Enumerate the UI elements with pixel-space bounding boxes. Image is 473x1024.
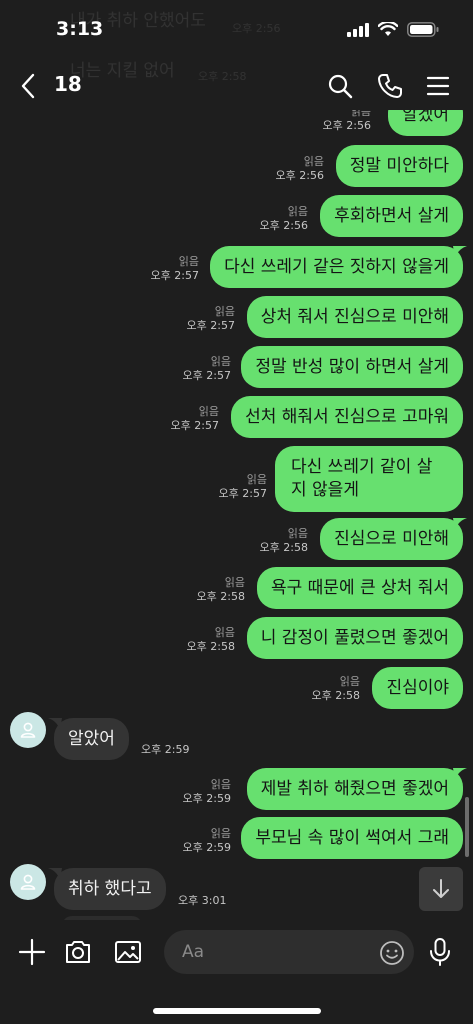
search-icon <box>328 74 353 99</box>
sent-message[interactable]: 정말 반성 많이 하면서 살게 <box>241 346 463 388</box>
status-icons <box>347 22 439 37</box>
back-button[interactable] <box>14 72 42 100</box>
sent-message[interactable]: 부모님 속 많이 썩여서 그래 <box>241 817 463 859</box>
person-icon <box>20 874 36 890</box>
battery-icon <box>407 22 439 37</box>
ghost-time-2: 오후 2:58 <box>198 70 247 83</box>
message-meta: 읽음 오후 2:57 <box>170 405 219 432</box>
bubble-tail <box>453 246 467 258</box>
message-meta: 읽음 오후 2:58 <box>311 675 360 702</box>
sent-message[interactable]: 알겠어 <box>388 110 463 136</box>
message-meta: 읽음 오후 2:59 <box>182 827 231 854</box>
signal-icon <box>347 22 369 37</box>
message-meta: 읽음 오후 2:58 <box>186 626 235 653</box>
gallery-button[interactable] <box>112 932 144 972</box>
scrollbar[interactable] <box>465 797 469 857</box>
ghost-time-1: 오후 2:56 <box>232 22 281 35</box>
message-meta: 읽음 오후 2:57 <box>186 305 235 332</box>
home-indicator <box>153 1008 321 1014</box>
sent-message[interactable]: 니 감정이 풀렸으면 좋겠어 <box>246 617 463 659</box>
sent-message[interactable]: 진심으로 미안해 <box>320 518 463 560</box>
message-time: 오후 2:59 <box>141 743 190 756</box>
message-meta: 읽음 오후 2:57 <box>150 255 199 282</box>
search-button[interactable] <box>324 70 356 102</box>
emoji-icon <box>380 941 404 965</box>
menu-button[interactable] <box>422 70 454 102</box>
input-bar <box>0 920 473 1024</box>
image-icon <box>115 941 141 963</box>
sent-message[interactable]: 후회하면서 살게 <box>320 195 463 237</box>
message-time: 오후 3:01 <box>178 894 227 907</box>
sent-message[interactable]: 상처 줘서 진심으로 미안해 <box>246 296 463 338</box>
arrow-down-icon <box>433 879 449 898</box>
sent-message[interactable]: 다신 쓰레기 같은 짓하지 않을게 <box>210 246 463 288</box>
message-meta: 읽음 오후 2:58 <box>196 576 245 603</box>
voice-button[interactable] <box>424 932 456 972</box>
back-icon <box>21 73 35 99</box>
scroll-to-bottom-button[interactable] <box>419 867 463 911</box>
wifi-icon <box>378 22 398 36</box>
message-meta: 읽음 오후 2:58 <box>259 527 308 554</box>
microphone-icon <box>430 938 450 966</box>
message-meta: 읽음 오후 2:57 <box>218 473 267 500</box>
ghost-message-2: 너는 지킬 없어 <box>70 61 175 81</box>
phone-icon <box>378 74 402 98</box>
sent-message[interactable]: 진심이야 <box>372 667 463 709</box>
message-meta: 읽음 오후 2:56 <box>322 110 371 132</box>
menu-icon <box>426 76 450 96</box>
add-button[interactable] <box>16 932 48 972</box>
bubble-tail <box>453 768 467 780</box>
camera-button[interactable] <box>62 932 94 972</box>
message-meta: 읽음 오후 2:59 <box>182 778 231 805</box>
sent-message[interactable]: 욕구 때문에 큰 상처 줘서 <box>256 567 463 609</box>
emoji-button[interactable] <box>378 939 406 967</box>
bubble-tail <box>48 718 62 730</box>
bubble-tail <box>48 868 62 880</box>
sent-message[interactable]: 정말 미안하다 <box>335 145 463 187</box>
message-input[interactable] <box>164 930 414 974</box>
sent-message[interactable]: 제발 취하 해줬으면 좋겠어 <box>246 768 463 810</box>
message-meta: 읽음 오후 2:56 <box>275 155 324 182</box>
person-icon <box>20 722 36 738</box>
received-message[interactable]: 취하 했다고 <box>54 868 166 910</box>
bubble-tail <box>453 518 467 530</box>
avatar[interactable] <box>10 712 46 748</box>
sent-message[interactable]: 다신 쓰레기 같이 살지 않을게 <box>275 446 463 512</box>
message-meta: 읽음 오후 2:57 <box>182 355 231 382</box>
plus-icon <box>18 938 46 966</box>
avatar[interactable] <box>10 864 46 900</box>
call-button[interactable] <box>374 70 406 102</box>
message-meta: 읽음 오후 2:56 <box>259 205 308 232</box>
ghost-message-1: 내가 취하 안했어도 <box>70 11 206 31</box>
received-message[interactable]: 알았어 <box>54 718 129 760</box>
message-list[interactable]: 읽음 오후 2:56 알겠어 읽음 오후 2:56 정말 미안하다 읽음 오후 … <box>0 110 473 920</box>
sent-message[interactable]: 선처 해줘서 진심으로 고마워 <box>231 396 463 438</box>
camera-icon <box>66 941 90 963</box>
